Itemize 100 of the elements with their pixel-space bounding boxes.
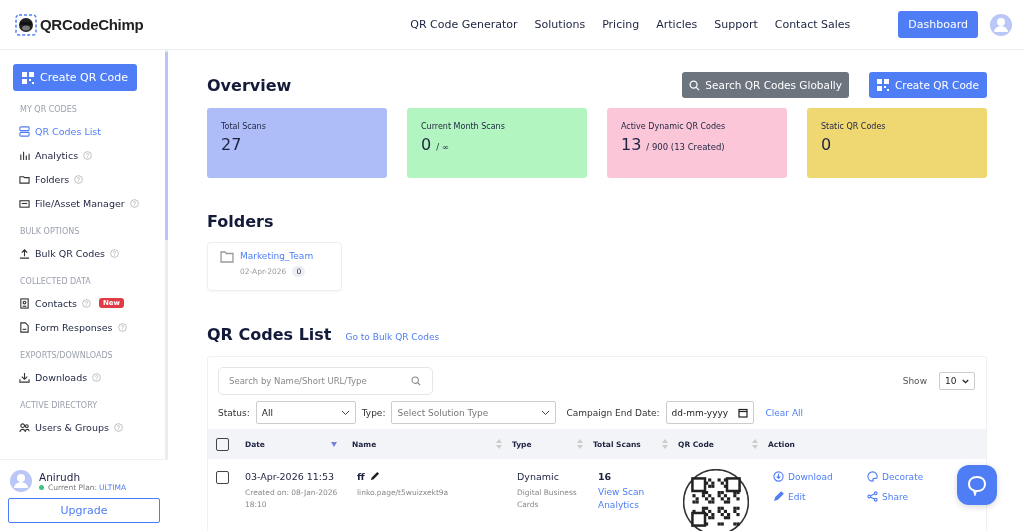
calendar-icon[interactable] <box>737 407 748 418</box>
avatar-icon[interactable] <box>990 13 1012 36</box>
sidebar-item[interactable]: File/Asset Manager <box>35 197 125 209</box>
sort-desc-icon[interactable] <box>331 441 337 447</box>
chimp-logo-icon <box>15 13 37 36</box>
scan-count: 16 <box>598 471 613 482</box>
stat-label: Static QR Codes <box>821 122 887 131</box>
action-link[interactable]: Download <box>773 471 867 482</box>
search-globally-button[interactable]: Search QR Codes Globally <box>682 72 849 98</box>
help-icon[interactable] <box>113 422 123 432</box>
nav-link[interactable]: Articles <box>656 18 698 31</box>
help-icon[interactable] <box>81 298 91 308</box>
pencil-icon[interactable] <box>368 471 380 482</box>
pencil-icon <box>773 491 784 502</box>
page-size-select[interactable]: 10 <box>939 372 975 390</box>
show-label: Show <box>902 376 927 386</box>
section-heading: COLLECTED DATA <box>20 277 92 286</box>
help-icon[interactable] <box>117 322 127 332</box>
sidebar-item[interactable]: Form Responses <box>35 321 113 333</box>
search-field[interactable]: Search by Name/Short URL/Type <box>218 367 433 395</box>
nav-link[interactable]: QR Code Generator <box>410 18 518 31</box>
section-title: Overview <box>207 75 292 95</box>
help-icon[interactable] <box>129 198 139 208</box>
contact-card-icon <box>19 297 30 309</box>
row-checkbox[interactable] <box>216 471 229 484</box>
section-title: QR Codes List <box>207 325 332 344</box>
qr-name: ff <box>357 471 365 482</box>
nav-link[interactable]: Contact Sales <box>774 18 851 31</box>
bulk-link[interactable]: Go to Bulk QR Codes <box>345 332 440 342</box>
section-title: Folders <box>207 212 275 231</box>
status-dot <box>39 484 44 490</box>
sidebar-item[interactable]: Users & Groups <box>35 421 109 433</box>
sidebar-item[interactable]: Folders <box>35 173 70 185</box>
search-icon <box>689 79 701 91</box>
stat-label: Total Scans <box>221 122 267 131</box>
palette-icon <box>867 471 878 482</box>
select-all-checkbox[interactable] <box>216 437 229 451</box>
date-label: Campaign End Date: <box>566 407 660 418</box>
help-icon[interactable] <box>92 372 102 382</box>
dashboard-button[interactable]: Dashboard <box>898 11 978 38</box>
chevron-down-icon <box>541 409 551 416</box>
folder-icon <box>19 173 30 185</box>
chat-button[interactable] <box>957 465 997 505</box>
download-icon <box>773 471 784 482</box>
sidebar-item[interactable]: Downloads <box>35 371 88 383</box>
table-cell-text: Dynamic <box>517 471 560 482</box>
nav-link[interactable]: Solutions <box>534 18 586 31</box>
bar-chart-icon <box>19 149 30 161</box>
download-icon <box>19 371 30 383</box>
upgrade-button[interactable]: Upgrade <box>8 498 160 523</box>
section-heading: ACTIVE DIRECTORY <box>20 401 99 410</box>
stat-label: Active Dynamic QR Codes <box>621 122 727 131</box>
action-link[interactable]: Edit <box>773 491 867 502</box>
list-icon <box>19 125 30 137</box>
sort-icon[interactable] <box>662 439 668 449</box>
sort-icon[interactable] <box>496 439 502 449</box>
status-select[interactable]: All <box>255 401 356 424</box>
create-qr-button[interactable]: Create QR Code <box>869 72 987 98</box>
sort-icon[interactable] <box>577 439 583 449</box>
help-icon[interactable] <box>110 248 120 258</box>
document-icon <box>19 321 30 333</box>
action-link[interactable]: Share <box>867 491 947 502</box>
user-name: Anirudh <box>39 470 82 483</box>
share-icon <box>867 491 878 502</box>
clear-all-link[interactable]: Clear All <box>765 407 804 418</box>
type-label: Type: <box>361 407 386 418</box>
qr-code-icon <box>877 79 889 91</box>
stat-value: 13 <box>621 135 642 154</box>
stat-value: 0 <box>421 135 432 154</box>
sidebar-item[interactable]: Contacts <box>35 297 77 309</box>
sidebar-item[interactable]: Bulk QR Codes <box>35 247 106 259</box>
help-icon[interactable] <box>74 174 84 184</box>
status-label: Status: <box>218 407 250 418</box>
file-icon <box>19 197 30 209</box>
sidebar-item[interactable]: Analytics <box>35 149 79 161</box>
stat-value: 27 <box>221 135 242 154</box>
date-field[interactable]: dd-mm-yyyy <box>665 401 754 424</box>
users-icon <box>19 421 30 433</box>
stat-label: Current Month Scans <box>421 122 506 131</box>
folder-icon <box>220 251 234 263</box>
nav-link[interactable]: Support <box>714 18 758 31</box>
section-heading: MY QR CODES <box>20 105 78 114</box>
chevron-down-icon <box>340 409 350 416</box>
user-avatar-icon <box>10 470 32 492</box>
chat-bubble-icon <box>966 474 988 496</box>
type-select[interactable]: Select Solution Type <box>391 401 557 424</box>
help-icon[interactable] <box>83 150 93 160</box>
nav-link[interactable]: Pricing <box>602 18 640 31</box>
sidebar-item[interactable]: QR Codes List <box>35 125 101 137</box>
view-analytics-link[interactable]: View Scan Analytics <box>598 486 658 512</box>
table-cell-text: 03-Apr-2026 11:53 <box>245 471 336 482</box>
folder-name[interactable]: Marketing_Team <box>240 251 314 261</box>
sort-icon[interactable] <box>752 439 758 449</box>
qr-code-icon <box>22 71 34 84</box>
section-heading: BULK OPTIONS <box>20 227 81 236</box>
stat-value: 0 <box>821 135 832 154</box>
create-qr-button[interactable]: Create QR Code <box>13 64 137 91</box>
chevron-down-icon <box>962 378 969 384</box>
action-link[interactable]: Decorate <box>867 471 947 482</box>
brand-name[interactable]: QRCodeChimp <box>40 16 144 33</box>
